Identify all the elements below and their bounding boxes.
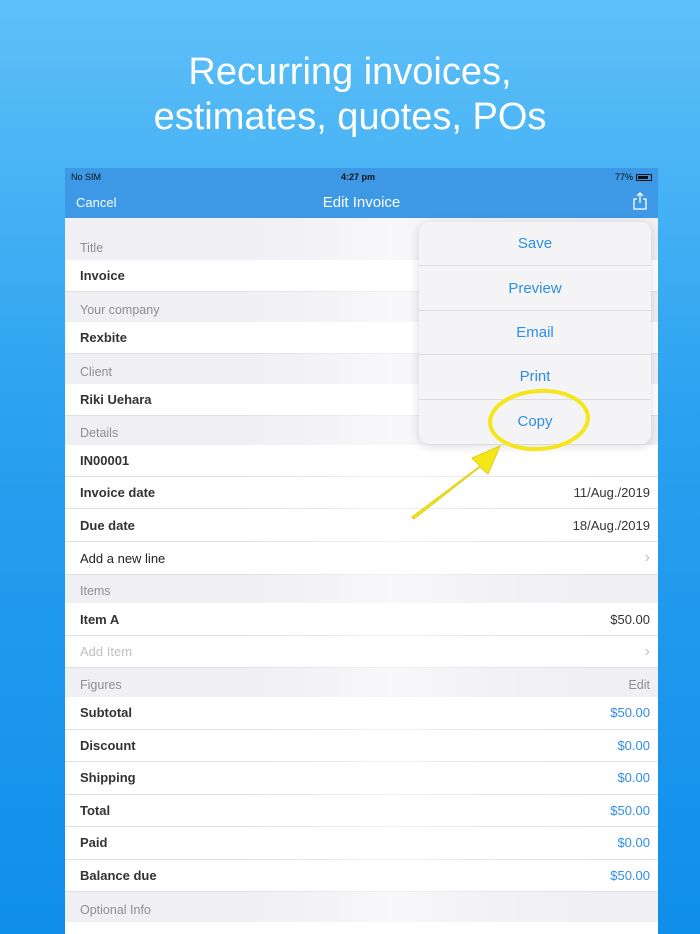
figure-value: $50.00 (610, 867, 650, 883)
battery-icon (635, 174, 652, 182)
headline-line-1: Recurring invoices, (188, 51, 512, 93)
due-date-value: 18/Aug./2019 (572, 517, 650, 533)
figure-value: $0.00 (617, 835, 650, 851)
title-value: Invoice (80, 268, 125, 283)
invoice-date-row[interactable]: Invoice date 11/Aug./2019 (65, 477, 658, 509)
promo-headline: Recurring invoices, estimates, quotes, P… (0, 50, 700, 140)
status-time: 4:27 pm (340, 172, 375, 182)
menu-preview[interactable]: Preview (419, 266, 651, 311)
invoice-date-label: Invoice date (80, 485, 156, 500)
item-name: Item A (80, 611, 120, 627)
menu-print[interactable]: Print (419, 355, 651, 400)
figure-label: Balance due (80, 867, 157, 883)
headline-line-2: estimates, quotes, POs (153, 96, 547, 138)
status-bar: No SIM 4:27 pm 77% (65, 168, 658, 186)
figure-row-shipping[interactable]: Shipping $0.00 (65, 762, 658, 795)
cancel-button[interactable]: Cancel (76, 195, 116, 210)
navigation-bar: Cancel Edit Invoice (65, 186, 658, 218)
carrier-label: No SIM (71, 172, 102, 182)
figure-value: $0.00 (617, 770, 650, 786)
add-item-label: Add Item (80, 644, 133, 659)
section-header-items: Items (80, 584, 111, 598)
due-date-row[interactable]: Due date 18/Aug./2019 (65, 509, 658, 542)
add-item-row[interactable]: Add Item › (65, 636, 658, 668)
figure-value: $50.00 (610, 705, 650, 721)
figure-row-subtotal[interactable]: Subtotal $50.00 (65, 697, 658, 730)
optional-row[interactable] (65, 922, 658, 934)
chevron-right-icon: › (644, 642, 650, 660)
chevron-right-icon: › (644, 549, 650, 566)
page-title: Edit Invoice (322, 193, 401, 211)
figure-row-discount[interactable]: Discount $0.00 (65, 729, 658, 762)
figure-row-paid[interactable]: Paid $0.00 (65, 827, 658, 860)
menu-save[interactable]: Save (419, 222, 651, 267)
company-value: Rexbite (80, 330, 127, 345)
invoice-number: IN00001 (80, 453, 130, 468)
figure-row-total[interactable]: Total $50.00 (65, 794, 658, 827)
menu-email[interactable]: Email (419, 311, 651, 356)
battery-percent: 77% (614, 172, 633, 182)
figures-edit-button[interactable]: Edit (628, 678, 658, 692)
invoice-date-value: 11/Aug./2019 (573, 485, 650, 500)
invoice-number-row[interactable]: IN00001 (65, 445, 658, 477)
add-line-label: Add a new line (80, 550, 166, 566)
figure-value: $0.00 (617, 737, 650, 753)
item-price: $50.00 (610, 611, 650, 627)
section-header-figures: Figures Edit (65, 668, 658, 697)
figure-label: Paid (80, 835, 108, 851)
share-icon[interactable] (632, 192, 648, 210)
battery-indicator: 77% (615, 172, 652, 182)
client-value: Riki Uehara (80, 392, 152, 407)
section-header-optional: Optional Info (80, 903, 151, 917)
share-menu-popover: Save Preview Email Print Copy (419, 222, 651, 444)
add-line-row[interactable]: Add a new line › (65, 542, 658, 575)
figure-row-balance-due[interactable]: Balance due $50.00 (65, 859, 658, 892)
figure-label: Discount (80, 737, 136, 753)
figure-label: Total (80, 802, 111, 818)
figure-label: Subtotal (80, 705, 132, 721)
item-row[interactable]: Item A $50.00 (65, 603, 658, 636)
figure-value: $50.00 (610, 802, 650, 818)
due-date-label: Due date (80, 517, 135, 533)
menu-copy[interactable]: Copy (419, 400, 651, 444)
figures-header-label: Figures (80, 678, 122, 692)
figure-label: Shipping (80, 770, 136, 786)
